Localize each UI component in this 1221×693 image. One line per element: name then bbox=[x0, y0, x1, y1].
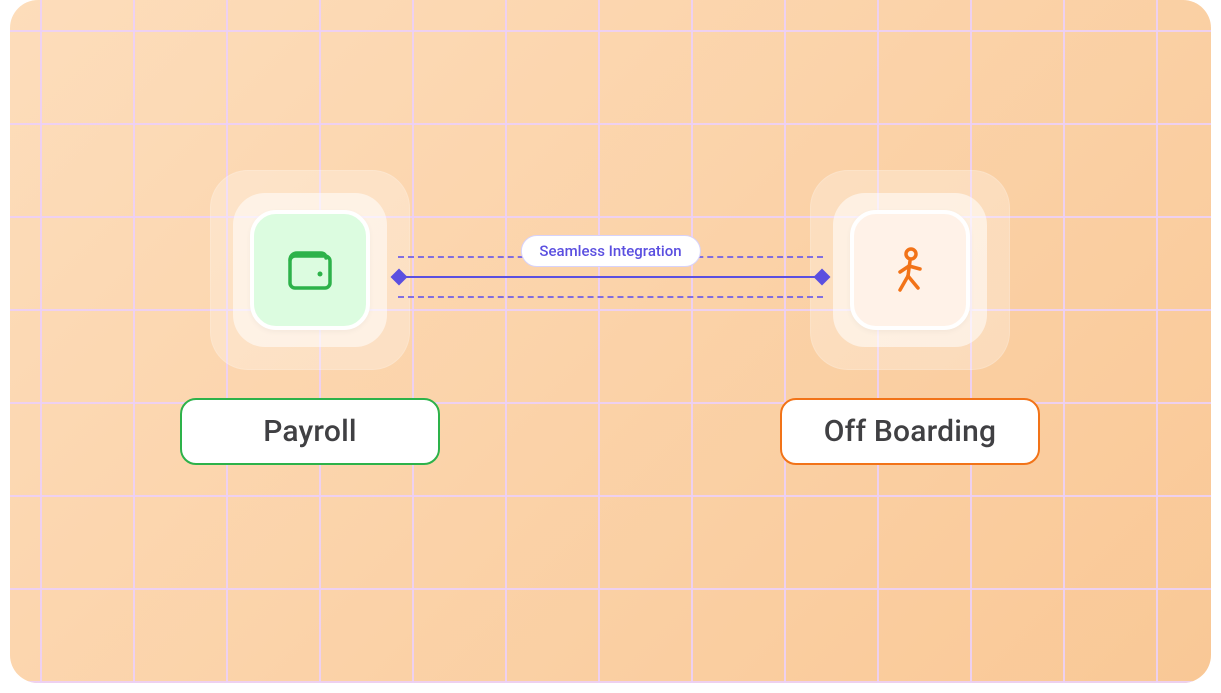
connector-badge: Seamless Integration bbox=[520, 235, 700, 267]
connector: Seamless Integration bbox=[398, 256, 823, 336]
connector-line-solid bbox=[398, 276, 823, 278]
icon-glow bbox=[210, 170, 410, 370]
connector-line-dashed-bottom bbox=[398, 296, 823, 298]
icon-tile bbox=[250, 210, 370, 330]
wallet-icon bbox=[282, 242, 338, 298]
node-label-offboarding: Off Boarding bbox=[780, 398, 1040, 465]
icon-glow bbox=[810, 170, 1010, 370]
node-payroll: Payroll bbox=[180, 170, 440, 465]
icon-tile bbox=[850, 210, 970, 330]
diagram-canvas: Payroll bbox=[10, 0, 1211, 683]
icon-frame bbox=[233, 193, 387, 347]
node-offboarding: Off Boarding bbox=[780, 170, 1040, 465]
node-label-payroll: Payroll bbox=[180, 398, 440, 465]
icon-frame bbox=[833, 193, 987, 347]
person-walking-icon bbox=[882, 242, 938, 298]
